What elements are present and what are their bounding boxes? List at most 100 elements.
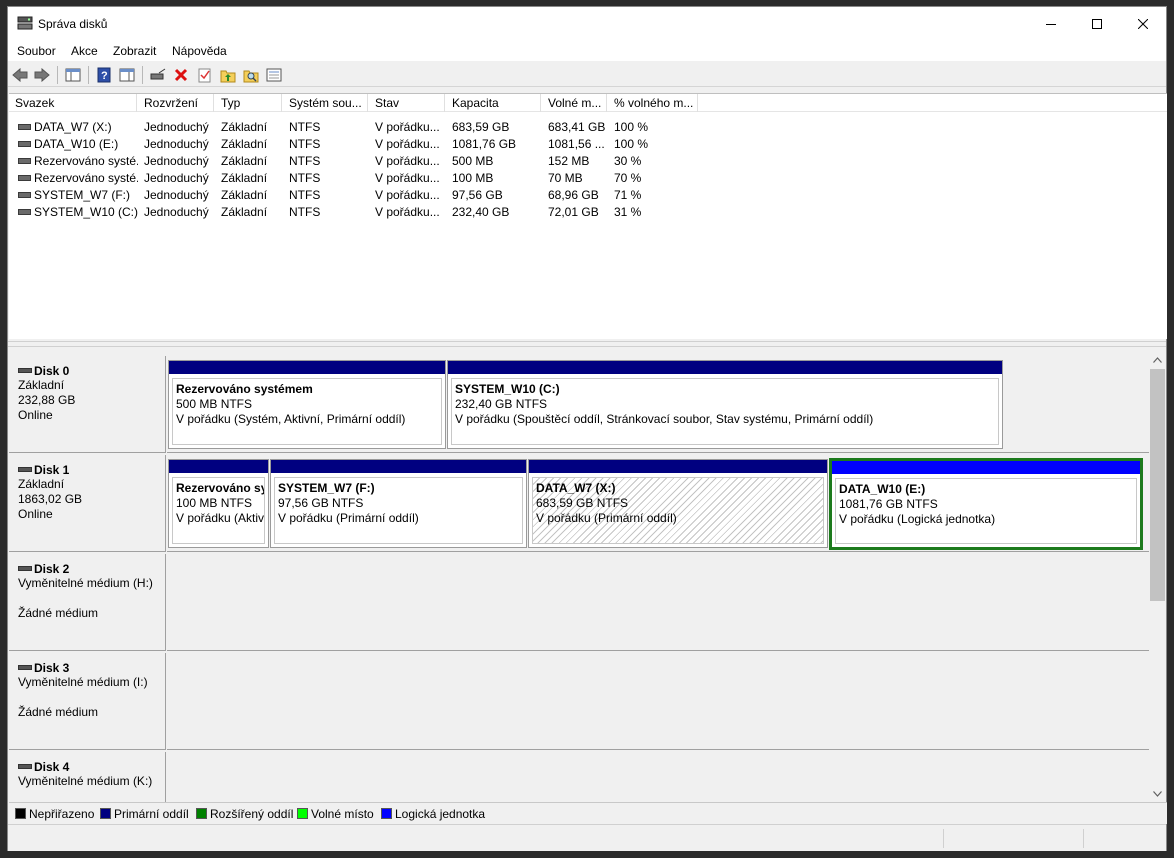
- partition-rezervovano-systemem-disk1[interactable]: Rezervováno sy 100 MB NTFS V pořádku (Ak…: [168, 459, 269, 548]
- forward-button[interactable]: [33, 66, 51, 84]
- disk-4-partitions: [167, 752, 1149, 802]
- volume-icon: [18, 140, 31, 147]
- volume-layout: Jednoduchý: [144, 154, 209, 168]
- column-header-kapacita[interactable]: Kapacita: [446, 94, 541, 112]
- scroll-down-button[interactable]: [1149, 785, 1166, 802]
- svg-text:?: ?: [101, 70, 108, 82]
- volume-row[interactable]: SYSTEM_W7 (F:) Jednoduchý Základní NTFS …: [9, 187, 1167, 204]
- disk-icon: [18, 665, 32, 671]
- disk-3-label[interactable]: Disk 3 Vyměnitelné médium (I:) Žádné méd…: [9, 653, 166, 750]
- partition-type-bar: [529, 460, 827, 473]
- properties-list-button[interactable]: [265, 66, 283, 84]
- volume-list-header: Svazek Rozvržení Typ Systém sou... Stav …: [9, 94, 1167, 112]
- disk-name: Disk 4: [34, 760, 70, 774]
- partition-data-w7[interactable]: DATA_W7 (X:) 683,59 GB NTFS V pořádku (P…: [528, 459, 828, 548]
- search-folder-button[interactable]: [242, 66, 260, 84]
- partition-status: V pořádku (Primární oddíl): [536, 511, 677, 525]
- partition-status: V pořádku (Aktiv: [176, 511, 265, 525]
- connect-virtual-disk-button[interactable]: [149, 66, 167, 84]
- column-header-procento-volneho[interactable]: % volného m...: [608, 94, 698, 112]
- volume-free-percent: 71 %: [614, 188, 642, 202]
- properties-button[interactable]: [196, 66, 214, 84]
- disk-icon: [18, 368, 32, 374]
- legend: Nepřiřazeno Primární oddíl Rozšířený odd…: [9, 802, 1167, 824]
- volume-free-space: 72,01 GB: [548, 205, 599, 219]
- menu-soubor[interactable]: Soubor: [17, 44, 56, 58]
- partition-size: 1081,76 GB NTFS: [839, 497, 938, 511]
- partition-system-w10[interactable]: SYSTEM_W10 (C:) 232,40 GB NTFS V pořádku…: [447, 360, 1003, 449]
- close-icon: [1138, 18, 1148, 29]
- delete-x-icon: [174, 68, 188, 82]
- show-hide-console-tree-button[interactable]: [64, 66, 82, 84]
- legend-swatch: [15, 808, 26, 819]
- legend-item-rozsireny-oddil: Rozšířený oddíl: [196, 807, 293, 821]
- window-title: Správa disků: [38, 17, 108, 31]
- partition-type-bar: [448, 361, 1002, 374]
- disk-1-label[interactable]: Disk 1 Základní 1863,02 GB Online: [9, 455, 166, 552]
- volume-row[interactable]: DATA_W10 (E:) Jednoduchý Základní NTFS V…: [9, 136, 1167, 153]
- column-header-typ[interactable]: Typ: [215, 94, 282, 112]
- maximize-button[interactable]: [1074, 7, 1120, 40]
- disk-view-scrollbar[interactable]: [1149, 347, 1166, 802]
- column-header-svazek[interactable]: Svazek: [9, 94, 137, 112]
- partition-name: Rezervováno sy: [176, 481, 265, 495]
- volume-layout: Jednoduchý: [144, 205, 209, 219]
- disk-status: Online: [18, 408, 53, 422]
- volume-list[interactable]: Svazek Rozvržení Typ Systém sou... Stav …: [9, 93, 1167, 339]
- disk-4-label[interactable]: Disk 4 Vyměnitelné médium (K:): [9, 752, 166, 802]
- partition-data-w10-selected[interactable]: DATA_W10 (E:) 1081,76 GB NTFS V pořádku …: [829, 458, 1143, 550]
- volume-icon: [18, 174, 31, 181]
- chevron-up-icon: [1153, 356, 1162, 363]
- delete-button[interactable]: [172, 66, 190, 84]
- partition-size: 97,56 GB NTFS: [278, 496, 364, 510]
- folder-up-button[interactable]: [219, 66, 237, 84]
- volume-capacity: 97,56 GB: [452, 188, 503, 202]
- column-header-volne-misto[interactable]: Volné m...: [542, 94, 607, 112]
- legend-swatch: [381, 808, 392, 819]
- help-book-icon: ?: [97, 67, 111, 83]
- volume-capacity: 500 MB: [452, 154, 494, 168]
- menu-napoveda[interactable]: Nápověda: [172, 44, 227, 58]
- menu-akce[interactable]: Akce: [71, 44, 98, 58]
- column-header-rozvrzeni[interactable]: Rozvržení: [138, 94, 214, 112]
- partition-name: SYSTEM_W10 (C:): [455, 382, 560, 396]
- minimize-button[interactable]: [1028, 7, 1074, 40]
- menu-zobrazit[interactable]: Zobrazit: [113, 44, 156, 58]
- volume-free-space: 68,96 GB: [548, 188, 599, 202]
- forward-arrow-icon: [34, 68, 50, 82]
- scroll-up-button[interactable]: [1149, 351, 1166, 368]
- volume-name: DATA_W10 (E:): [34, 137, 119, 151]
- close-button[interactable]: [1120, 7, 1166, 40]
- volume-capacity: 1081,76 GB: [452, 137, 517, 151]
- volume-row[interactable]: DATA_W7 (X:) Jednoduchý Základní NTFS V …: [9, 119, 1167, 136]
- disk-type: Vyměnitelné médium (H:): [18, 576, 153, 590]
- partition-type-bar: [832, 461, 1140, 474]
- disk-0-label[interactable]: Disk 0 Základní 232,88 GB Online: [9, 356, 166, 453]
- volume-row[interactable]: SYSTEM_W10 (C:) Jednoduchý Základní NTFS…: [9, 204, 1167, 221]
- volume-row[interactable]: Rezervováno systé... Jednoduchý Základní…: [9, 153, 1167, 170]
- column-header-system-souboru[interactable]: Systém sou...: [283, 94, 368, 112]
- volume-row[interactable]: Rezervováno systé... Jednoduchý Základní…: [9, 170, 1167, 187]
- volume-name: DATA_W7 (X:): [34, 120, 112, 134]
- toolbar: ?: [8, 63, 1166, 87]
- partition-rezervovano-systemem[interactable]: Rezervováno systémem 500 MB NTFS V pořád…: [168, 360, 446, 449]
- back-button[interactable]: [11, 66, 29, 84]
- volume-type: Základní: [221, 205, 268, 219]
- help-button[interactable]: ?: [95, 66, 113, 84]
- disk-size: 232,88 GB: [18, 393, 76, 407]
- title-bar: Správa disků: [8, 7, 1166, 40]
- partition-status: V pořádku (Spouštěcí oddíl, Stránkovací …: [455, 412, 874, 426]
- disk-0-partitions: Rezervováno systémem 500 MB NTFS V pořád…: [167, 356, 1149, 453]
- minimize-icon: [1046, 23, 1056, 25]
- properties-list-icon: [266, 68, 282, 82]
- show-hide-action-pane-button[interactable]: [118, 66, 136, 84]
- partition-name: SYSTEM_W7 (F:): [278, 481, 375, 495]
- scroll-thumb[interactable]: [1150, 369, 1165, 601]
- partition-status: V pořádku (Primární oddíl): [278, 511, 419, 525]
- partition-system-w7[interactable]: SYSTEM_W7 (F:) 97,56 GB NTFS V pořádku (…: [270, 459, 527, 548]
- folder-up-icon: [220, 70, 236, 83]
- disk-2-label[interactable]: Disk 2 Vyměnitelné médium (H:) Žádné méd…: [9, 554, 166, 651]
- partition-size: 232,40 GB NTFS: [455, 397, 548, 411]
- volume-name: SYSTEM_W10 (C:): [34, 205, 138, 219]
- column-header-stav[interactable]: Stav: [369, 94, 445, 112]
